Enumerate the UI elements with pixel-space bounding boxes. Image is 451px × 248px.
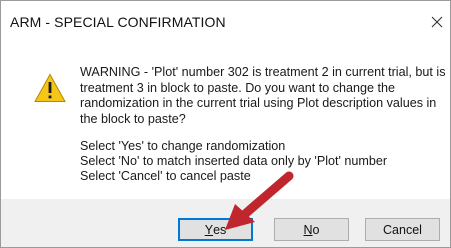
no-accelerator: N bbox=[303, 222, 313, 237]
window-title: ARM - SPECIAL CONFIRMATION bbox=[10, 14, 226, 30]
button-bar: Yes No Cancel bbox=[1, 199, 450, 247]
close-button[interactable] bbox=[426, 11, 448, 33]
close-icon bbox=[431, 16, 443, 28]
confirmation-dialog: ARM - SPECIAL CONFIRMATION WARNING - 'Pl… bbox=[0, 0, 451, 248]
warning-text: WARNING - 'Plot' number 302 is treatment… bbox=[80, 65, 446, 126]
warning-message: WARNING - 'Plot' number 302 is treatment… bbox=[80, 65, 448, 127]
dialog-content: WARNING - 'Plot' number 302 is treatment… bbox=[1, 41, 450, 199]
option-yes-text: Select 'Yes' to change randomization bbox=[80, 139, 286, 153]
yes-button[interactable]: Yes bbox=[178, 218, 253, 241]
cancel-label: Cancel bbox=[383, 222, 422, 237]
yes-label-rest: es bbox=[213, 222, 227, 237]
options-list: Select 'Yes' to change randomization Sel… bbox=[80, 139, 387, 183]
option-no-text: Select 'No' to match inserted data only … bbox=[80, 153, 388, 168]
option-cancel-text: Select 'Cancel' to cancel paste bbox=[80, 168, 251, 183]
title-bar: ARM - SPECIAL CONFIRMATION bbox=[1, 1, 450, 41]
yes-accelerator: Y bbox=[204, 222, 214, 237]
no-button[interactable]: No bbox=[274, 218, 349, 241]
cancel-button[interactable]: Cancel bbox=[365, 218, 440, 241]
warning-triangle-icon bbox=[34, 73, 66, 102]
no-label-rest: o bbox=[312, 222, 320, 237]
